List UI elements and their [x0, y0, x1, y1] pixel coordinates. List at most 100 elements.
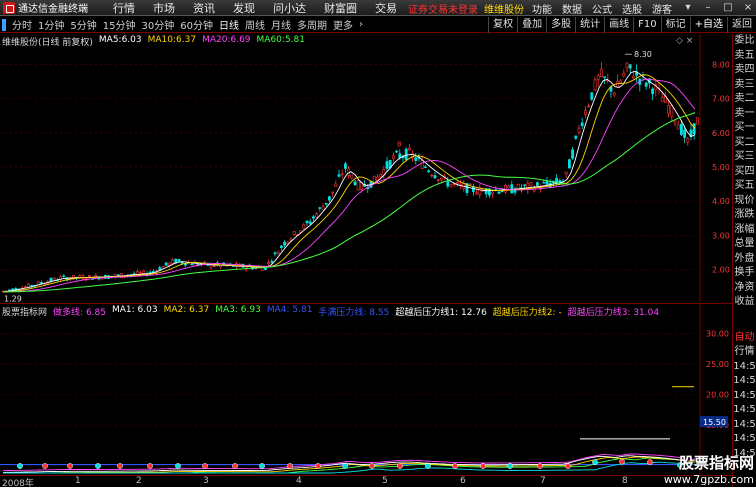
ma60-legend: MA60:5.81	[256, 35, 305, 45]
candle-body	[667, 105, 671, 114]
period-30min[interactable]: 30分钟	[138, 17, 177, 32]
ind-breakout-3: 超越后压力线3: 31.04	[567, 308, 660, 318]
candle-body	[267, 262, 271, 265]
add-watchlist-button[interactable]: +自选	[689, 17, 727, 33]
candle-body	[286, 241, 290, 244]
back-button[interactable]: 返回	[727, 17, 756, 33]
kline-chart[interactable]: 8.00 7.00 6.00 5.00 4.00 3.00 2.00 8.30 1.29 B	[0, 34, 732, 304]
maximize-icon[interactable]: □	[722, 2, 734, 13]
menu-market[interactable]: 市场	[144, 0, 184, 16]
candle-body	[331, 191, 335, 194]
stats-button[interactable]: 统计	[575, 17, 604, 33]
candle-body	[337, 174, 341, 177]
menu-quotes[interactable]: 行情	[104, 0, 144, 16]
login-notice[interactable]: 证券交易未登录 维维股份	[408, 1, 524, 16]
quote-field-list: 委比 卖五 卖四 卖三 卖二 卖一 买一 买二 买三 买四 买五 现价 涨跌 涨幅 总量 外盘 换手 净资 收益	[733, 34, 756, 310]
candle-body	[593, 79, 597, 91]
mark-button[interactable]: 标记	[660, 17, 690, 33]
candle-body	[507, 185, 511, 189]
minimize-icon[interactable]: –	[702, 2, 714, 13]
candle-body	[321, 206, 325, 210]
menu-data[interactable]: 数据	[557, 1, 587, 16]
menu-discover[interactable]: 发现	[224, 0, 264, 16]
signal-marker	[287, 463, 293, 469]
candle-body	[327, 196, 331, 201]
chart-settings-icon[interactable]: ◇ ×	[676, 36, 693, 46]
candle-body	[695, 117, 699, 125]
quote-field-4: 卖二	[734, 93, 755, 104]
candle-body	[660, 97, 664, 102]
draw-line-button[interactable]: 画线	[604, 17, 633, 33]
candle-body	[529, 182, 533, 186]
period-1min[interactable]: 1分钟	[35, 17, 67, 32]
candle-body	[670, 105, 674, 117]
indicator-panel[interactable]: 30.0025.0020.0015.0015.50 股票指标网 做多线: 6.8…	[0, 303, 732, 476]
date-tick-4: 4	[296, 476, 302, 486]
quote-field-13: 涨幅	[734, 223, 755, 235]
period-5min[interactable]: 5分钟	[67, 17, 99, 32]
period-15min[interactable]: 15分钟	[100, 17, 139, 32]
auto-button[interactable]: 自动	[733, 331, 756, 346]
period-more[interactable]: 更多	[330, 17, 356, 32]
kline-panel[interactable]: 8.00 7.00 6.00 5.00 4.00 3.00 2.00 8.30 1.29 B 维维…	[0, 34, 732, 304]
candle-body	[427, 170, 431, 173]
menu-formula[interactable]: 公式	[587, 1, 617, 16]
close-icon[interactable]: ×	[742, 2, 754, 13]
signal-marker	[619, 458, 625, 465]
signal-marker	[507, 463, 513, 469]
menu-function[interactable]: 功能	[527, 1, 557, 16]
ind-current-value: 15.50	[703, 418, 726, 427]
adjust-button[interactable]: 复权	[488, 17, 517, 33]
candle-body	[497, 191, 501, 194]
candle-body	[500, 190, 504, 193]
menu-ask[interactable]: 问小达	[264, 0, 315, 16]
multi-stock-button[interactable]: 多股	[546, 17, 575, 33]
indicator-chart[interactable]: 30.0025.0020.0015.0015.50	[0, 304, 732, 476]
quote-field-7: 买二	[734, 136, 755, 148]
menu-select-stock[interactable]: 选股	[617, 1, 647, 16]
period-multi[interactable]: 多周期	[294, 17, 330, 32]
candle-body	[334, 183, 338, 187]
indicator-name[interactable]: 股票指标网	[2, 305, 47, 318]
candle-body	[391, 155, 395, 159]
window-controls: ▾ – □ ×	[682, 2, 754, 13]
date-tick-5: 5	[382, 476, 388, 486]
menu-guest[interactable]: 游客	[647, 1, 677, 16]
watermark-url: www.7gpzb.com	[663, 473, 754, 486]
f10-button[interactable]: F10	[633, 17, 660, 33]
signal-marker	[592, 459, 598, 466]
ind-duo-line: 做多线: 6.85	[53, 308, 106, 318]
quote-tab[interactable]: 行情	[733, 345, 756, 360]
indicator-legend: 股票指标网 做多线: 6.85 MA1: 6.03 MA2: 6.37 MA3:…	[2, 305, 659, 318]
candle-body	[580, 122, 584, 127]
candle-body	[619, 80, 623, 84]
ind-breakout-2: 超越后压力线2: -	[492, 308, 562, 318]
ind-tick-label: 30.00	[706, 330, 729, 339]
high-price-label: 8.30	[634, 50, 652, 59]
more-arrow-icon[interactable]: ›	[356, 19, 366, 30]
candle-body	[353, 181, 357, 186]
period-daily[interactable]: 日线	[216, 17, 242, 32]
period-timeshare[interactable]: 分时	[9, 17, 35, 32]
candle-body	[583, 110, 587, 115]
candle-body	[260, 267, 264, 271]
period-monthly[interactable]: 月线	[268, 17, 294, 32]
overlay-button[interactable]: 叠加	[517, 17, 546, 33]
period-toolbar: 分时 1分钟 5分钟 15分钟 30分钟 60分钟 日线 周线 月线 多周期 更…	[0, 17, 756, 33]
candle-body	[564, 171, 568, 175]
quote-field-11: 现价	[734, 194, 755, 206]
candle-body	[356, 180, 360, 191]
period-weekly[interactable]: 周线	[242, 17, 268, 32]
skin-icon[interactable]: ▾	[682, 2, 694, 13]
menu-trade[interactable]: 交易	[366, 0, 406, 16]
period-60min[interactable]: 60分钟	[177, 17, 216, 32]
quote-field-2: 卖四	[734, 64, 755, 75]
menu-news[interactable]: 资讯	[184, 0, 224, 16]
candle-body	[292, 231, 296, 235]
date-tick-6: 6	[460, 476, 466, 486]
menu-wealth[interactable]: 财富圈	[315, 0, 366, 16]
app-title: 通达信金融终端	[18, 4, 88, 15]
candle-body	[171, 259, 175, 264]
signal-marker	[315, 463, 321, 469]
ind-ma2: MA2: 6.37	[163, 305, 210, 315]
